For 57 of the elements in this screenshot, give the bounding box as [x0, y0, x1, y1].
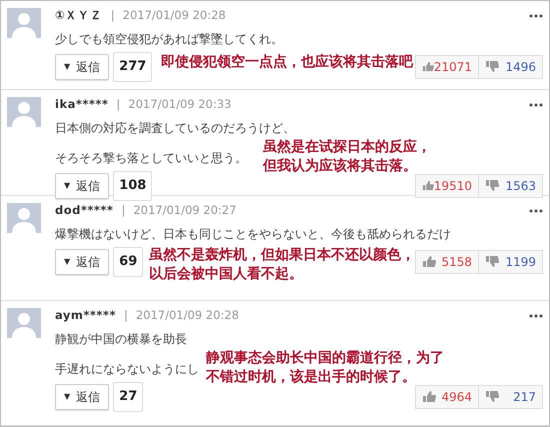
avatar-icon	[7, 97, 41, 127]
thumbs-up-icon	[422, 179, 434, 192]
user-name: ①ＸＹＺ	[55, 7, 103, 24]
reply-count: 277	[113, 52, 152, 82]
thumbs-up-icon	[422, 255, 436, 268]
reply-count: 108	[113, 171, 152, 200]
separator: |	[110, 7, 115, 24]
user-name: aym*****	[55, 307, 116, 324]
comment-text: 少しでも領空侵犯があれば撃墜してくれ。	[55, 31, 283, 48]
dislike-button[interactable]: 1563	[479, 174, 543, 198]
thumbs-up-icon	[422, 60, 434, 74]
separator: |	[124, 307, 128, 324]
annotation-text: 但我认为应该将其击落。	[263, 157, 417, 176]
comment-date: 2017/01/09 20:28	[122, 7, 226, 24]
more-icon[interactable]	[529, 103, 543, 107]
thumbs-down-icon	[485, 179, 499, 192]
reply-count: 27	[113, 382, 144, 412]
more-icon[interactable]	[529, 209, 543, 213]
thumbs-down-icon	[485, 60, 499, 74]
comment-date: 2017/01/09 20:33	[128, 96, 232, 114]
annotation-text: 不错过时机，该是出手的时候了。	[206, 368, 416, 387]
reply-button[interactable]: ▼ 返信	[55, 54, 110, 80]
user-name: ika*****	[55, 96, 108, 114]
avatar-icon	[7, 203, 41, 233]
reply-button[interactable]: ▼ 返信	[55, 384, 110, 410]
reply-button[interactable]: ▼ 返信	[55, 172, 110, 199]
like-button[interactable]: 4964	[415, 384, 479, 409]
dislike-button[interactable]: 1199	[479, 250, 543, 274]
comment-date: 2017/01/09 20:28	[136, 307, 239, 324]
dislike-button[interactable]: 217	[479, 384, 543, 409]
like-button[interactable]: 21071	[415, 54, 479, 79]
separator: |	[116, 96, 120, 114]
comment-text: 手遅れにならないようにし	[55, 361, 199, 378]
annotation-text: 即使侵犯领空一点点，也应该将其击落吧	[161, 53, 413, 72]
comment-text: 爆撃機はないけど、日本も同じことをやらないと、今後も舐められるだけ	[55, 226, 451, 243]
more-icon[interactable]	[529, 314, 543, 318]
like-button[interactable]: 19510	[415, 174, 479, 198]
comment-text: そろそろ撃ち落としていいと思う。	[55, 150, 247, 167]
dislike-button[interactable]: 1496	[479, 54, 543, 79]
more-icon[interactable]	[529, 14, 543, 18]
like-button[interactable]: 5158	[415, 250, 479, 274]
thumbs-up-icon	[422, 390, 436, 404]
thumbs-down-icon	[485, 255, 499, 268]
reply-count: 69	[113, 247, 144, 276]
annotation-text: 以后会被中国人看不起。	[149, 265, 303, 284]
thumbs-down-icon	[485, 390, 499, 404]
user-name: dod*****	[55, 202, 114, 220]
avatar-icon	[7, 8, 41, 38]
reply-button[interactable]: ▼ 返信	[55, 248, 110, 275]
annotation-text: 虽然是在试探日本的反应，	[263, 138, 431, 157]
comment-text: 静観が中国の横暴を助長	[55, 331, 187, 348]
comment-text: 日本側の対応を調査しているのだろうけど、	[55, 120, 295, 137]
annotation-text: 虽然不是轰炸机，但如果日本不还以颜色，	[149, 246, 415, 265]
comment-date: 2017/01/09 20:27	[133, 202, 236, 220]
annotation-text: 静观事态会助长中国的霸道行径，为了	[206, 349, 444, 368]
avatar-icon	[7, 308, 41, 338]
separator: |	[121, 202, 126, 220]
